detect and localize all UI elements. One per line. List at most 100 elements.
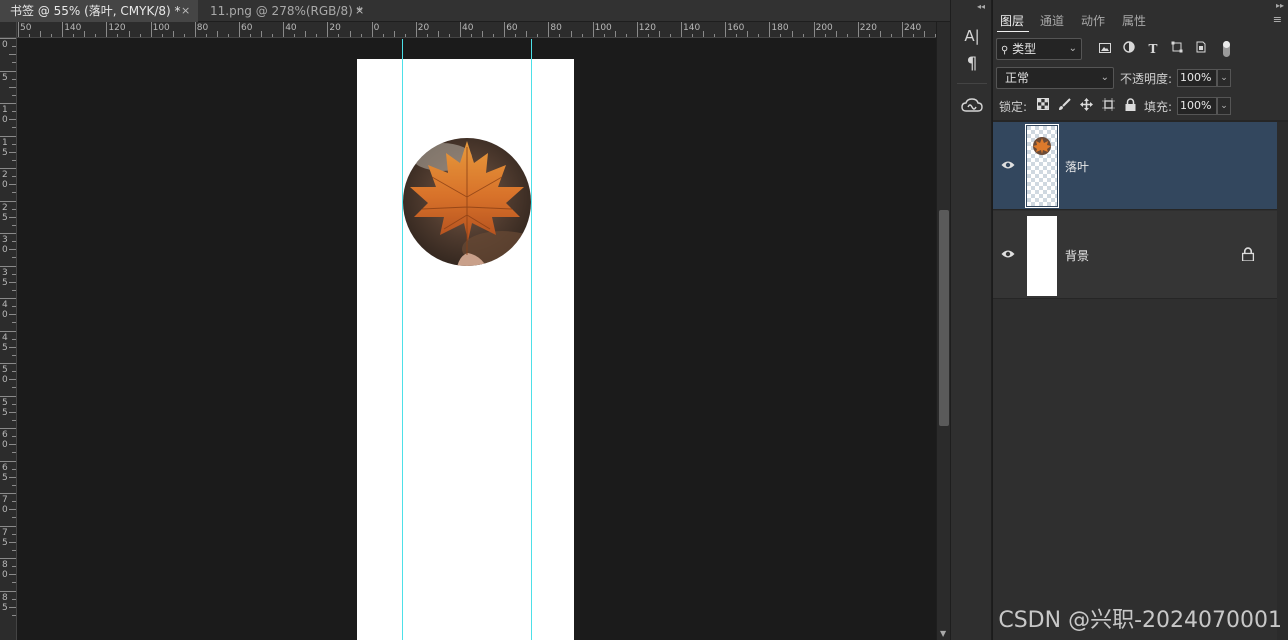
scrollbar-thumb[interactable] xyxy=(939,210,949,426)
ruler-minor-tick xyxy=(12,159,16,161)
panel-tab-bar: 图层 通道 动作 属性 ≡ xyxy=(993,10,1288,32)
ruler-label: 5 xyxy=(2,602,8,613)
cc-libraries-icon[interactable] xyxy=(960,93,984,117)
smart-object-filter-icon[interactable] xyxy=(1193,41,1209,57)
scroll-down-icon[interactable]: ▼ xyxy=(940,629,946,638)
ruler-minor-tick xyxy=(12,322,16,324)
canvas-vertical-scrollbar[interactable]: ▼ xyxy=(936,22,950,640)
lock-transparent-pixels-icon[interactable] xyxy=(1035,98,1051,114)
opacity-slider-toggle[interactable]: ⌄ xyxy=(1217,69,1231,87)
fill-input[interactable]: 100% xyxy=(1177,97,1217,115)
layers-scrollbar[interactable] xyxy=(1277,122,1288,640)
ruler-label: 0 xyxy=(2,310,8,320)
ruler-minor-tick xyxy=(448,34,450,37)
layer-row-leaf[interactable]: 落叶 xyxy=(993,122,1277,210)
ruler-minor-tick xyxy=(12,257,16,259)
lock-image-pixels-brush-icon[interactable] xyxy=(1056,98,1072,114)
collapse-icon[interactable]: ◂◂ xyxy=(977,2,985,11)
layers-panel: ▸▸ 图层 通道 动作 属性 ≡ ⚲ 类型 ⌄ T 正常 ⌄ 不透明度: 100… xyxy=(993,0,1288,640)
ruler-minor-tick xyxy=(9,151,16,153)
ruler-label: 0 xyxy=(2,40,8,50)
filter-kind-select[interactable]: ⚲ 类型 ⌄ xyxy=(996,38,1082,60)
document-tab-bookmark[interactable]: 书签 @ 55% (落叶, CMYK/8) * × xyxy=(0,0,198,22)
ruler-label: 7 xyxy=(2,527,8,538)
ruler-minor-tick xyxy=(272,34,274,37)
maple-leaf-image xyxy=(403,138,531,266)
layer-name[interactable]: 落叶 xyxy=(1065,158,1089,175)
adjustment-layer-filter-icon[interactable] xyxy=(1121,41,1137,57)
ruler-minor-tick xyxy=(250,34,252,37)
fill-label: 填充: xyxy=(1144,100,1173,114)
tab-layers[interactable]: 图层 xyxy=(1000,10,1024,32)
layer-row-background[interactable]: 背景 xyxy=(993,211,1277,299)
canvas-area[interactable] xyxy=(18,39,936,640)
ruler-minor-tick xyxy=(515,34,517,37)
ruler-minor-tick xyxy=(172,31,174,37)
character-panel-icon[interactable]: A| xyxy=(960,24,984,48)
ruler-minor-tick xyxy=(316,34,318,37)
expand-icon[interactable]: ▸▸ xyxy=(1276,1,1284,10)
photoshop-window: { "document_tabs": [ {"title": "书签 @ 55%… xyxy=(0,0,1288,640)
lock-all-icon[interactable] xyxy=(1122,98,1138,114)
panel-icon-strip: ◂◂ A| ¶ xyxy=(950,0,992,640)
guide-line-right[interactable] xyxy=(531,39,532,640)
ruler-major-tick xyxy=(902,22,903,37)
ruler-minor-tick xyxy=(84,31,86,37)
ruler-major-tick xyxy=(239,22,240,37)
lock-position-move-icon[interactable] xyxy=(1078,98,1094,114)
filter-toggle[interactable] xyxy=(1223,41,1230,57)
fill-slider-toggle[interactable]: ⌄ xyxy=(1217,97,1231,115)
ruler-minor-tick xyxy=(12,338,16,340)
ruler-major-tick xyxy=(194,22,196,37)
visibility-eye-icon[interactable] xyxy=(1001,249,1015,259)
ruler-minor-tick xyxy=(9,444,16,446)
tab-close-icon[interactable]: × xyxy=(181,0,190,22)
pixel-layer-filter-icon[interactable] xyxy=(1097,41,1113,57)
ruler-label: 8 xyxy=(2,592,8,603)
ruler-label: 40 xyxy=(285,23,297,33)
ruler-minor-tick xyxy=(294,34,296,37)
ruler-major-tick xyxy=(0,233,16,234)
ruler-minor-tick xyxy=(12,208,16,210)
ruler-minor-tick xyxy=(625,34,627,37)
ruler-label: 5 xyxy=(2,72,8,83)
ruler-minor-tick xyxy=(12,241,16,243)
ruler-label: 20 xyxy=(329,23,341,33)
tab-actions[interactable]: 动作 xyxy=(1081,10,1105,32)
opacity-input[interactable]: 100% xyxy=(1177,69,1217,87)
document-canvas[interactable] xyxy=(357,59,574,640)
chevron-down-icon: ⌄ xyxy=(1068,43,1077,54)
paragraph-panel-icon[interactable]: ¶ xyxy=(960,52,984,76)
blend-mode-select[interactable]: 正常 ⌄ xyxy=(996,67,1114,89)
lock-artboard-icon[interactable] xyxy=(1100,98,1116,114)
guide-line-left[interactable] xyxy=(402,39,403,640)
horizontal-ruler[interactable]: 50 140 120 100 80 60 40 20 0 20 40 60 80 100 120 140 160… xyxy=(0,22,936,38)
ruler-major-tick xyxy=(504,22,506,37)
ruler-minor-tick xyxy=(9,606,16,608)
ruler-minor-tick xyxy=(12,533,16,535)
layer-thumbnail[interactable] xyxy=(1025,124,1059,208)
ruler-label: 160 xyxy=(727,23,745,33)
filter-kind-value: 类型 xyxy=(1012,42,1037,56)
shape-layer-filter-icon[interactable] xyxy=(1169,41,1185,57)
tab-channels[interactable]: 通道 xyxy=(1040,10,1064,32)
ruler-minor-tick xyxy=(9,411,16,413)
tab-properties[interactable]: 属性 xyxy=(1122,10,1146,32)
ruler-label: 5 xyxy=(2,537,8,548)
layer-name[interactable]: 背景 xyxy=(1065,247,1089,264)
ruler-minor-tick xyxy=(12,354,16,356)
ruler-minor-tick xyxy=(824,34,826,37)
tab-close-icon[interactable]: × xyxy=(355,0,364,22)
ruler-minor-tick xyxy=(12,143,16,145)
layer-thumbnail[interactable] xyxy=(1027,216,1057,296)
ruler-label: 120 xyxy=(638,23,656,33)
vertical-ruler[interactable]: 0510152025303540455055606570758085 xyxy=(0,38,17,640)
visibility-eye-icon[interactable] xyxy=(1001,160,1015,170)
ruler-label: 4 xyxy=(2,300,8,310)
ruler-origin[interactable] xyxy=(0,22,17,38)
document-tab-11png[interactable]: 11.png @ 278%(RGB/8) * × xyxy=(200,0,370,22)
document-tab-bar: 书签 @ 55% (落叶, CMYK/8) * × 11.png @ 278%(… xyxy=(0,0,950,22)
panel-menu-icon[interactable]: ≡ xyxy=(1273,13,1282,26)
ruler-minor-tick xyxy=(404,34,406,37)
type-layer-filter-icon[interactable]: T xyxy=(1145,41,1161,57)
